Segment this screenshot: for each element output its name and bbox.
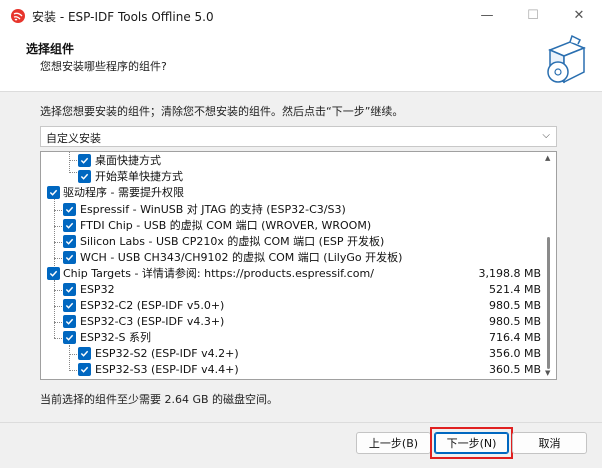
component-row[interactable]: Espressif - WinUSB 对 JTAG 的支持 (ESP32-C3/… [41,202,541,218]
component-label: 桌面快捷方式 [95,154,161,167]
component-label: ESP32-S 系列 [80,331,152,344]
tree-scrollbar[interactable]: ▲ ▼ [541,152,556,379]
component-row[interactable]: ESP32-S 系列 716.4 MB [41,330,541,346]
checkbox-checked-icon[interactable] [47,267,60,280]
component-row[interactable]: ESP32-S3 (ESP-IDF v4.4+) 360.5 MB [41,362,541,378]
component-label: FTDI Chip - USB 的虚拟 COM 端口 (WROVER, WROO… [80,219,372,232]
component-row[interactable]: WCH - USB CH343/CH9102 的虚拟 COM 端口 (LilyG… [41,250,541,266]
component-row[interactable]: 驱动程序 - 需要提升权限 [41,185,541,201]
component-size: 980.5 MB [488,315,541,328]
page-title: 选择组件 [26,42,75,56]
checkbox-checked-icon[interactable] [63,283,76,296]
component-label: 开始菜单快捷方式 [95,170,183,183]
checkbox-checked-icon[interactable] [63,203,76,216]
checkbox-checked-icon[interactable] [63,219,76,232]
component-row[interactable]: ESP32-C3 (ESP-IDF v4.3+) 980.5 MB [41,314,541,330]
component-label: 驱动程序 - 需要提升权限 [63,186,184,199]
install-box-icon [547,34,586,84]
scrollbar-thumb[interactable] [547,237,550,369]
checkbox-checked-icon[interactable] [78,347,91,360]
next-button-highlight [430,427,513,459]
component-row[interactable]: FTDI Chip - USB 的虚拟 COM 端口 (WROVER, WROO… [41,218,541,234]
component-tree[interactable]: 桌面快捷方式 开始菜单快捷方式 驱动程序 - 需要提升权限 Espressif … [40,151,557,380]
chevron-down-icon: ⌵ [542,130,550,141]
checkbox-checked-icon[interactable] [63,315,76,328]
checkbox-checked-icon[interactable] [47,186,60,199]
component-row[interactable]: 桌面快捷方式 [41,153,541,169]
component-row[interactable]: ESP32-S2 (ESP-IDF v4.2+) 356.0 MB [41,346,541,362]
install-type-value: 自定义安装 [46,132,101,145]
component-size: 980.5 MB [488,299,541,312]
close-button[interactable]: ✕ [556,0,602,31]
minimize-button[interactable]: — [464,0,510,31]
maximize-button[interactable]: ☐ [510,0,556,31]
checkbox-checked-icon[interactable] [78,154,91,167]
checkbox-checked-icon[interactable] [63,299,76,312]
espressif-logo-icon [11,9,25,23]
component-size: 521.4 MB [488,283,541,296]
cancel-button[interactable]: 取消 [512,432,587,454]
window-title: 安装 - ESP-IDF Tools Offline 5.0 [32,10,214,24]
footer-divider [0,422,602,423]
component-label: Espressif - WinUSB 对 JTAG 的支持 (ESP32-C3/… [80,203,346,216]
component-row[interactable]: Chip Targets - 详情请参阅: https://products.e… [41,266,541,282]
component-size: 716.4 MB [488,331,541,344]
component-size: 356.0 MB [488,347,541,360]
component-label: ESP32-C2 (ESP-IDF v5.0+) [80,299,225,312]
component-label: ESP32-S2 (ESP-IDF v4.2+) [95,347,239,360]
component-label: ESP32 [80,283,115,296]
component-row[interactable]: Silicon Labs - USB CP210x 的虚拟 COM 端口 (ES… [41,234,541,250]
component-label: WCH - USB CH343/CH9102 的虚拟 COM 端口 (LilyG… [80,251,403,264]
component-label: ESP32-S3 (ESP-IDF v4.4+) [95,363,239,376]
install-type-dropdown[interactable]: 自定义安装 ⌵ [40,126,557,147]
checkbox-checked-icon[interactable] [78,363,91,376]
checkbox-checked-icon[interactable] [63,251,76,264]
scroll-up-icon[interactable]: ▲ [545,154,550,162]
component-label: Chip Targets - 详情请参阅: https://products.e… [63,267,374,280]
checkbox-checked-icon[interactable] [78,170,91,183]
checkbox-checked-icon[interactable] [63,235,76,248]
component-row[interactable]: ESP32-C2 (ESP-IDF v5.0+) 980.5 MB [41,298,541,314]
component-label: Silicon Labs - USB CP210x 的虚拟 COM 端口 (ES… [80,235,385,248]
disk-space-note: 当前选择的组件至少需要 2.64 GB 的磁盘空间。 [40,393,279,406]
page-subtitle: 您想安装哪些程序的组件? [40,60,167,73]
component-row[interactable]: 开始菜单快捷方式 [41,169,541,185]
component-size: 360.5 MB [488,363,541,376]
scroll-down-icon[interactable]: ▼ [545,369,550,377]
instruction-text: 选择您想要安装的组件；清除您不想安装的组件。然后点击“下一步”继续。 [40,105,404,118]
component-label: ESP32-C3 (ESP-IDF v4.3+) [80,315,225,328]
component-size: 3,198.8 MB [478,267,541,280]
back-button[interactable]: 上一步(B) [356,432,431,454]
checkbox-checked-icon[interactable] [63,331,76,344]
component-row[interactable]: ESP32 521.4 MB [41,282,541,298]
